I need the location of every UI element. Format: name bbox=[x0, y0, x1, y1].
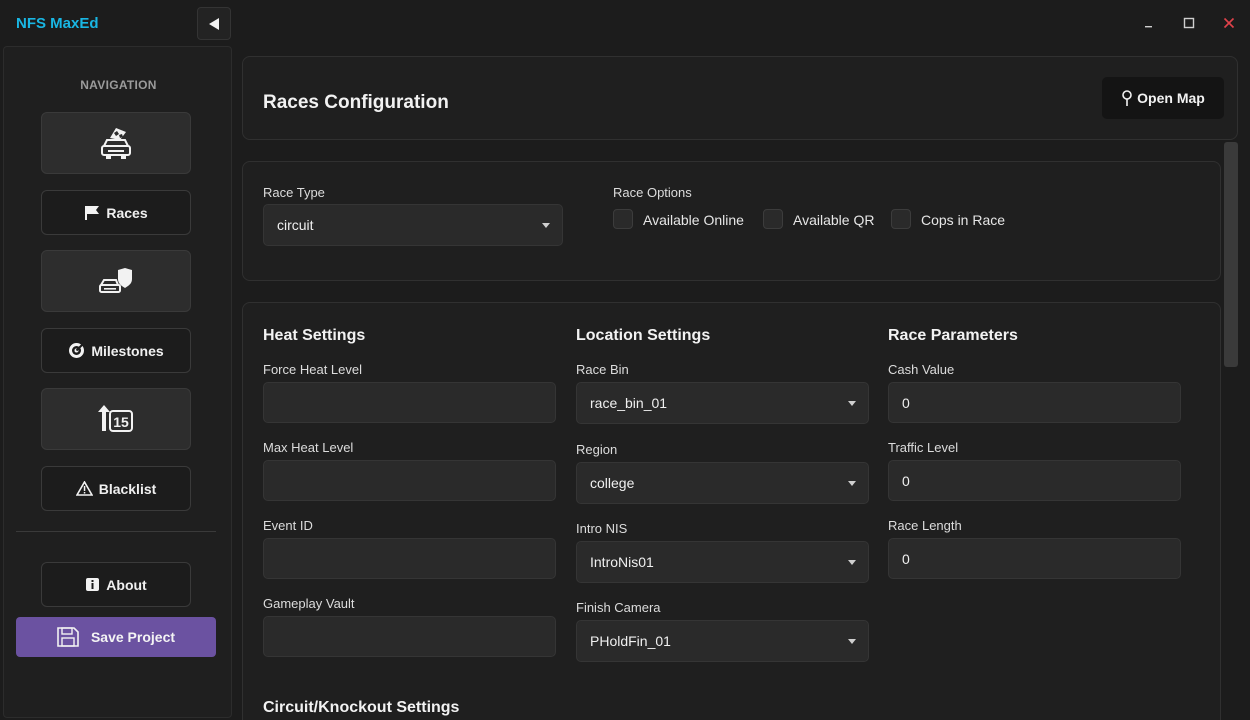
race-bin-select[interactable]: race_bin_01 bbox=[576, 382, 869, 424]
nav-blacklist-label: Blacklist bbox=[98, 480, 157, 497]
sidebar: NAVIGATION Races Milestones 15 Blacklist… bbox=[3, 46, 232, 718]
race-parameters-title: Race Parameters bbox=[888, 327, 1018, 344]
svg-text:15: 15 bbox=[113, 414, 129, 430]
page-title: Races Configuration bbox=[263, 92, 449, 113]
heat-settings-title: Heat Settings bbox=[263, 327, 366, 344]
finish-camera-value: PHoldFin_01 bbox=[590, 633, 671, 649]
nav-blacklist-button[interactable]: Blacklist bbox=[41, 466, 191, 511]
event-id-label: Event ID bbox=[263, 518, 313, 533]
target-icon bbox=[69, 343, 85, 358]
intro-nis-value: IntroNis01 bbox=[590, 554, 654, 570]
header-panel: Races Configuration Open Map bbox=[242, 56, 1238, 140]
intro-nis-label: Intro NIS bbox=[576, 521, 628, 536]
back-arrow-icon bbox=[209, 17, 219, 30]
chevron-down-icon bbox=[542, 223, 550, 228]
nav-about-label: About bbox=[106, 576, 147, 593]
chevron-down-icon bbox=[848, 560, 856, 565]
nav-rank-button[interactable]: 15 bbox=[41, 388, 191, 450]
max-heat-level-input[interactable] bbox=[263, 460, 556, 501]
race-type-value: circuit bbox=[277, 217, 314, 233]
back-button[interactable] bbox=[197, 7, 231, 40]
race-type-label: Race Type bbox=[263, 185, 325, 200]
app-title: NFS MaxEd bbox=[16, 15, 99, 32]
warning-icon bbox=[75, 481, 93, 496]
event-id-input[interactable] bbox=[263, 538, 556, 579]
nav-races-label: Races bbox=[106, 204, 148, 221]
nav-heading: NAVIGATION bbox=[80, 78, 157, 92]
region-value: college bbox=[590, 475, 635, 491]
open-map-label: Open Map bbox=[1137, 90, 1205, 106]
race-type-panel: Race Type circuit Race Options Available… bbox=[242, 161, 1221, 281]
car-checkered-flag-icon bbox=[101, 128, 131, 159]
intro-nis-select[interactable]: IntroNis01 bbox=[576, 541, 869, 583]
save-project-label: Save Project bbox=[90, 629, 176, 645]
chevron-down-icon bbox=[848, 481, 856, 486]
scrollbar-thumb[interactable] bbox=[1224, 142, 1238, 367]
nav-cops-button[interactable] bbox=[41, 250, 191, 312]
cash-value-label: Cash Value bbox=[888, 362, 955, 377]
traffic-level-label: Traffic Level bbox=[888, 440, 959, 455]
max-heat-level-label: Max Heat Level bbox=[263, 440, 354, 455]
finish-camera-label: Finish Camera bbox=[576, 600, 661, 615]
maximize-button[interactable] bbox=[1179, 13, 1199, 33]
rank-15-up-icon: 15 bbox=[98, 405, 133, 432]
available-online-checkbox[interactable] bbox=[613, 209, 633, 229]
map-pin-icon bbox=[1122, 89, 1132, 106]
race-bin-value: race_bin_01 bbox=[590, 395, 668, 411]
race-bin-label: Race Bin bbox=[576, 362, 629, 377]
close-icon bbox=[1223, 17, 1235, 29]
race-type-select[interactable]: circuit bbox=[263, 204, 563, 246]
settings-panel: Heat Settings Force Heat Level Max Heat … bbox=[242, 302, 1221, 720]
chevron-down-icon bbox=[848, 401, 856, 406]
available-qr-label: Available QR bbox=[793, 212, 875, 228]
nav-about-button[interactable]: About bbox=[41, 562, 191, 607]
cash-value-input[interactable]: 0 bbox=[888, 382, 1181, 423]
info-icon bbox=[86, 578, 100, 591]
close-button[interactable] bbox=[1219, 13, 1239, 33]
race-length-input[interactable]: 0 bbox=[888, 538, 1181, 579]
finish-camera-select[interactable]: PHoldFin_01 bbox=[576, 620, 869, 662]
flag-icon bbox=[85, 206, 100, 220]
race-options-label: Race Options bbox=[613, 185, 692, 200]
traffic-level-input[interactable]: 0 bbox=[888, 460, 1181, 501]
floppy-disk-icon bbox=[57, 627, 79, 647]
save-project-button[interactable]: Save Project bbox=[16, 617, 216, 657]
region-label: Region bbox=[576, 442, 618, 457]
nav-milestones-label: Milestones bbox=[91, 342, 164, 359]
chevron-down-icon bbox=[848, 639, 856, 644]
police-car-badge-icon bbox=[99, 268, 132, 293]
available-qr-checkbox[interactable] bbox=[763, 209, 783, 229]
minimize-button[interactable] bbox=[1139, 13, 1159, 33]
open-map-button[interactable]: Open Map bbox=[1102, 77, 1224, 119]
maximize-icon bbox=[1183, 17, 1195, 29]
title-bar: NFS MaxEd bbox=[0, 0, 1250, 46]
circuit-knockout-settings-title: Circuit/Knockout Settings bbox=[263, 699, 460, 716]
minimize-icon bbox=[1145, 26, 1152, 28]
nav-races-button[interactable]: Races bbox=[41, 190, 191, 235]
nav-milestones-button[interactable]: Milestones bbox=[41, 328, 191, 373]
gameplay-vault-label: Gameplay Vault bbox=[263, 596, 355, 611]
cops-in-race-label: Cops in Race bbox=[921, 212, 1006, 228]
region-select[interactable]: college bbox=[576, 462, 869, 504]
gameplay-vault-input[interactable] bbox=[263, 616, 556, 657]
available-online-label: Available Online bbox=[643, 212, 744, 228]
force-heat-level-input[interactable] bbox=[263, 382, 556, 423]
sidebar-divider bbox=[16, 531, 216, 532]
cops-in-race-checkbox[interactable] bbox=[891, 209, 911, 229]
force-heat-level-label: Force Heat Level bbox=[263, 362, 362, 377]
location-settings-title: Location Settings bbox=[576, 327, 711, 344]
nav-career-button[interactable] bbox=[41, 112, 191, 174]
race-length-label: Race Length bbox=[888, 518, 962, 533]
